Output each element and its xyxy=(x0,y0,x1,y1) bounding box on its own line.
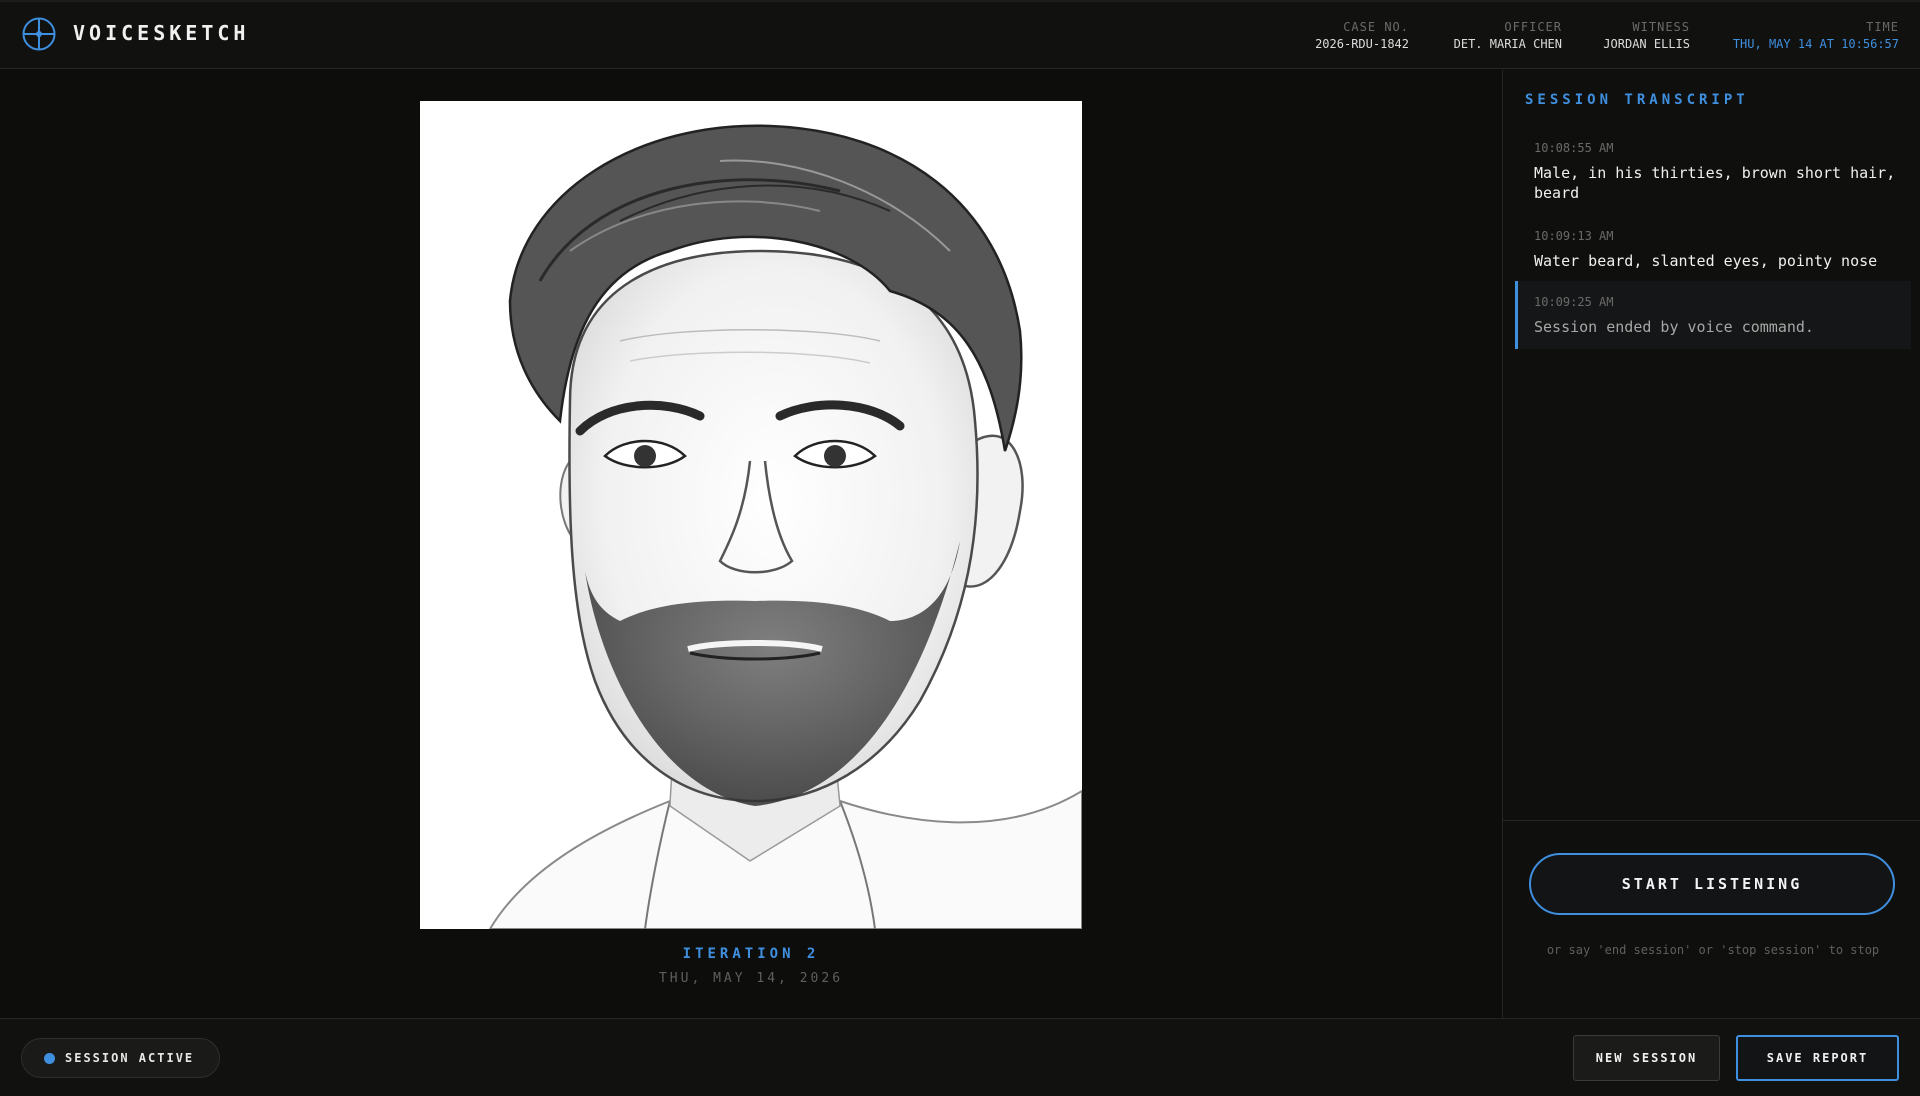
sketch-area: ITERATION 2 THU, MAY 14, 2026 xyxy=(0,70,1502,1018)
transcript-entry: 10:08:55 AM Male, in his thirties, brown… xyxy=(1515,133,1911,211)
transcript-entry-active: 10:09:25 AM Session ended by voice comma… xyxy=(1515,281,1911,349)
witness-label: WITNESS xyxy=(1632,20,1690,34)
entry-text: Water beard, slanted eyes, pointy nose xyxy=(1534,252,1878,270)
transcript-panel: SESSION TRANSCRIPT 10:08:55 AM Male, in … xyxy=(1502,70,1920,1018)
save-report-button[interactable]: SAVE REPORT xyxy=(1736,1035,1899,1081)
current-time: TIME THU, MAY 14 AT 10:56:57 xyxy=(1733,19,1899,53)
witness-value: JORDAN ELLIS xyxy=(1603,37,1690,51)
officer: OFFICER DET. MARIA CHEN xyxy=(1454,19,1562,53)
entry-text: Male, in his thirties, brown short hair,… xyxy=(1534,164,1896,202)
time-value: THU, MAY 14 AT 10:56:57 xyxy=(1732,37,1899,51)
case-number-label: CASE NO. xyxy=(1343,20,1409,34)
entry-timestamp: 10:08:55 AM xyxy=(1534,141,1614,155)
new-session-button[interactable]: NEW SESSION xyxy=(1573,1035,1720,1081)
start-listening-button[interactable]: START LISTENING xyxy=(1529,853,1895,915)
app-footer: SESSION ACTIVE NEW SESSION SAVE REPORT xyxy=(0,1018,1920,1096)
time-label: TIME xyxy=(1866,20,1899,34)
status-label: SESSION ACTIVE xyxy=(65,1051,195,1065)
listen-hint: or say 'end session' or 'stop session' t… xyxy=(1546,943,1880,957)
session-status-badge: SESSION ACTIVE xyxy=(21,1038,220,1078)
entry-timestamp: 10:09:13 AM xyxy=(1534,229,1614,243)
entry-text: Session ended by voice command. xyxy=(1534,318,1814,336)
transcript-entry: 10:09:13 AM Water beard, slanted eyes, p… xyxy=(1515,221,1911,279)
status-dot-icon xyxy=(44,1052,55,1064)
entry-timestamp: 10:09:25 AM xyxy=(1534,295,1614,309)
app-title: VOICESKETCH xyxy=(73,21,250,45)
case-number: CASE NO. 2026-RDU-1842 xyxy=(1315,19,1409,53)
iteration-label: ITERATION 2 xyxy=(682,946,820,962)
witness: WITNESS JORDAN ELLIS xyxy=(1603,19,1690,53)
iteration-date: THU, MAY 14, 2026 xyxy=(658,971,844,986)
officer-value: DET. MARIA CHEN xyxy=(1453,37,1562,51)
portrait-sketch xyxy=(420,101,1082,929)
case-number-value: 2026-RDU-1842 xyxy=(1315,37,1409,51)
app-header: VOICESKETCH CASE NO. 2026-RDU-1842 OFFIC… xyxy=(0,0,1920,69)
sketch-image xyxy=(420,101,1082,929)
crosshair-icon xyxy=(22,17,56,51)
officer-label: OFFICER xyxy=(1504,20,1562,34)
transcript-title: SESSION TRANSCRIPT xyxy=(1525,92,1749,108)
divider xyxy=(1503,820,1920,821)
